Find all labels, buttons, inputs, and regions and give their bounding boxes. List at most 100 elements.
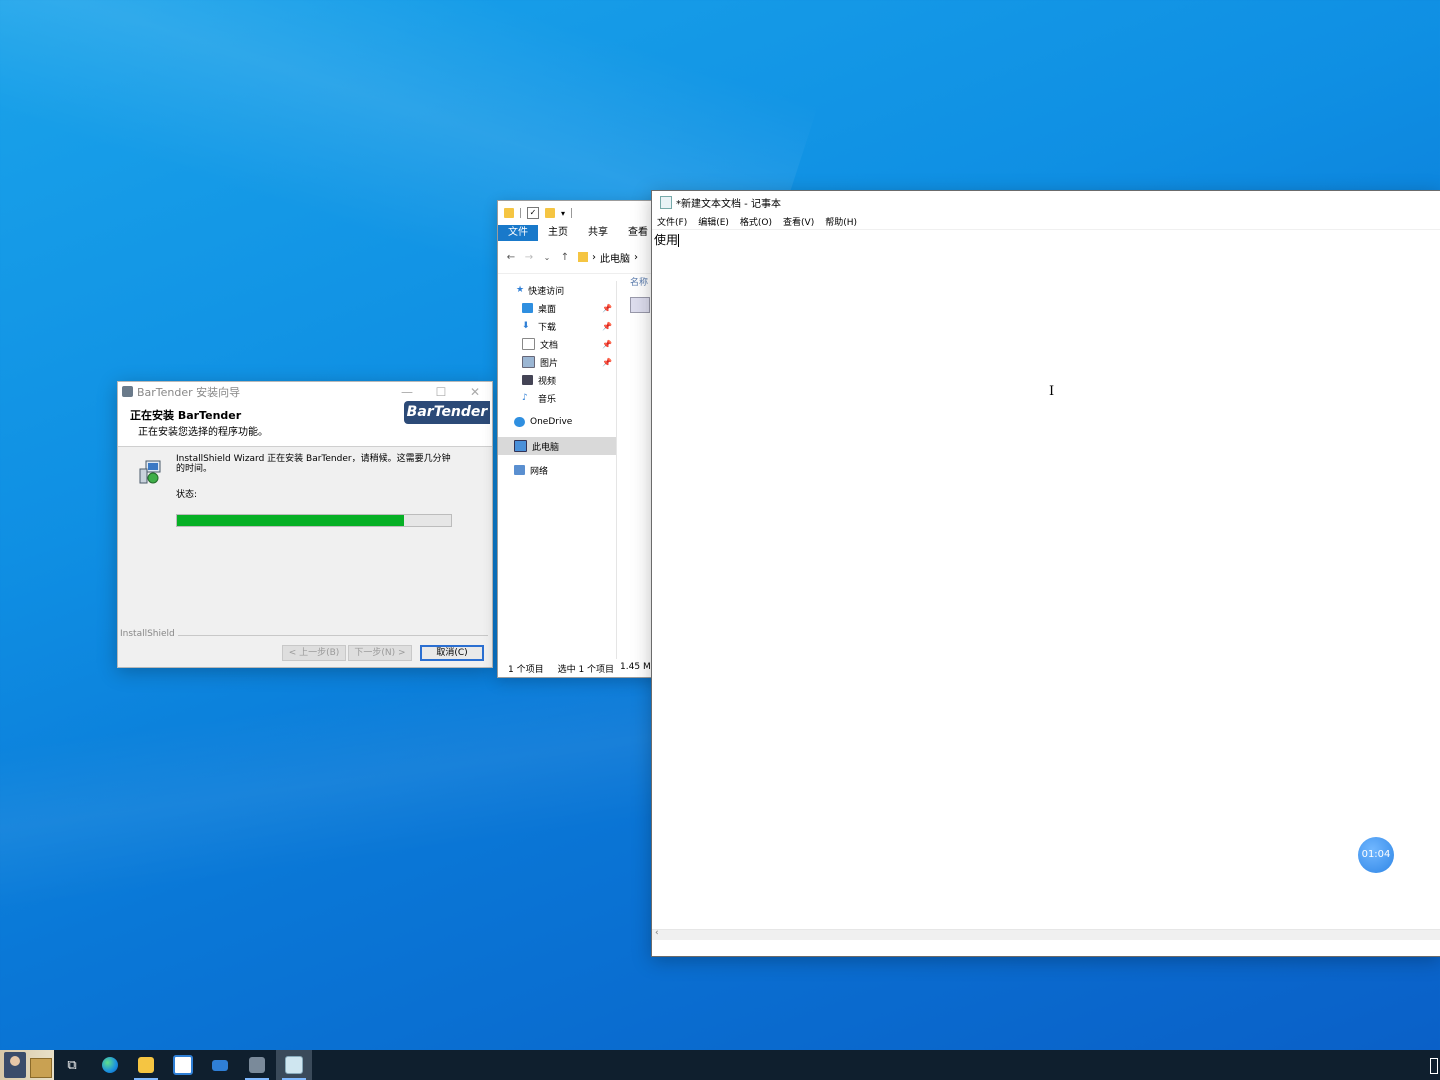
notepad-taskbar-icon[interactable] [276, 1050, 312, 1080]
notepad-text-area[interactable]: 使用 [654, 231, 680, 248]
scroll-left-arrow-icon[interactable]: ‹ [655, 928, 659, 938]
task-view-icon[interactable]: ⧉ [54, 1050, 90, 1080]
installer-computer-icon [139, 460, 161, 484]
nav-label: OneDrive [530, 417, 573, 427]
nav-this-pc[interactable]: 此电脑 [498, 437, 616, 455]
explorer-status-bar: 1 个项目 选中 1 个项目 1.45 M [508, 662, 651, 675]
toolbar-separator [520, 208, 521, 218]
installer-body: InstallShield Wizard 正在安装 BarTender，请稍候。… [118, 447, 492, 629]
nav-desktop[interactable]: 桌面 📌 [498, 299, 616, 317]
tab-share[interactable]: 共享 [578, 225, 618, 241]
file-item-icon[interactable] [630, 297, 650, 313]
footer-divider [178, 635, 488, 636]
network-icon [514, 465, 525, 475]
nav-label: 图片 [540, 358, 559, 369]
pin-icon[interactable]: 📌 [602, 358, 612, 367]
folder-icon[interactable] [504, 208, 514, 218]
nav-label: 桌面 [538, 304, 557, 315]
notepad-title: *新建文本文档 - 记事本 [676, 198, 781, 210]
quick-access-toolbar: ✓ ▾ [498, 201, 658, 225]
text-caret [678, 234, 680, 247]
next-button[interactable]: 下一步(N) > [348, 645, 412, 661]
pin-icon[interactable]: 📌 [602, 322, 612, 331]
breadcrumb[interactable]: › 此电脑 › [578, 250, 638, 265]
folder-icon [578, 252, 588, 262]
video-icon [522, 375, 533, 385]
avatar [4, 1052, 26, 1078]
breadcrumb-this-pc[interactable]: 此电脑 [600, 250, 630, 265]
toolbar-separator [571, 208, 573, 218]
recording-timer[interactable]: 01:04 [1358, 837, 1394, 873]
installer-heading: 正在安装 BarTender [130, 409, 242, 422]
install-progress-bar [176, 514, 452, 527]
installer-status-label: 状态: [176, 490, 198, 500]
notepad-content: 使用 [654, 233, 679, 247]
notepad-menubar: 文件(F) 编辑(E) 格式(O) 查看(V) 帮助(H) [652, 213, 1440, 230]
installer-header: 正在安装 BarTender 正在安装您选择的程序功能。 BarTender [118, 401, 492, 447]
maximize-icon[interactable]: ☐ [424, 385, 458, 399]
installer-titlebar[interactable]: BarTender 安装向导 — ☐ ✕ [118, 382, 492, 401]
installer-dialog: BarTender 安装向导 — ☐ ✕ 正在安装 BarTender 正在安装… [117, 381, 493, 668]
minimize-icon[interactable]: — [390, 385, 424, 399]
nav-label: 网络 [530, 466, 549, 477]
status-selected: 选中 1 个项目 [557, 665, 615, 675]
mail-icon[interactable] [202, 1050, 238, 1080]
music-note-icon: ♪ [522, 393, 528, 403]
nav-label: 下载 [538, 322, 557, 333]
forward-arrow-icon[interactable]: → [524, 252, 534, 263]
close-icon[interactable]: ✕ [458, 385, 492, 399]
store-icon[interactable] [165, 1050, 201, 1080]
file-explorer-window: ✓ ▾ 文件 主页 共享 查看 ← → ⌄ ↑ › 此电脑 › ★ 快速访问 桌… [497, 200, 659, 678]
tab-file[interactable]: 文件 [498, 225, 538, 241]
properties-icon[interactable]: ✓ [527, 207, 539, 219]
bartender-logo: BarTender [404, 401, 490, 424]
notepad-icon [660, 195, 672, 209]
tab-home[interactable]: 主页 [538, 225, 578, 241]
back-button[interactable]: < 上一步(B) [282, 645, 346, 661]
menu-file[interactable]: 文件(F) [657, 215, 687, 228]
pin-icon[interactable]: 📌 [602, 340, 612, 349]
show-desktop-icon[interactable] [1430, 1058, 1438, 1074]
cancel-button[interactable]: 取消(C) [420, 645, 484, 661]
nav-quick-access[interactable]: ★ 快速访问 [498, 281, 616, 299]
pictures-icon [522, 356, 535, 368]
nav-label: 快速访问 [528, 286, 565, 297]
download-arrow-icon: ⬇ [522, 321, 530, 331]
menu-edit[interactable]: 编辑(E) [698, 215, 729, 228]
recent-chevron-icon[interactable]: ⌄ [542, 253, 552, 262]
nav-label: 音乐 [538, 394, 557, 405]
navigation-pane: ★ 快速访问 桌面 📌 ⬇ 下载 📌 文档 📌 图片 📌 视频 ♪ 音乐 One… [498, 281, 617, 659]
nav-documents[interactable]: 文档 📌 [498, 335, 616, 353]
nav-pictures[interactable]: 图片 📌 [498, 353, 616, 371]
nav-downloads[interactable]: ⬇ 下载 📌 [498, 317, 616, 335]
file-explorer-taskbar-icon[interactable] [128, 1050, 164, 1080]
horizontal-scrollbar[interactable]: ‹ [652, 928, 1440, 940]
installer-message: InstallShield Wizard 正在安装 BarTender，请稍候。… [176, 454, 451, 474]
computer-icon [514, 440, 527, 452]
menu-view[interactable]: 查看(V) [783, 215, 814, 228]
nav-music[interactable]: ♪ 音乐 [498, 389, 616, 407]
breadcrumb-separator: › [592, 251, 596, 263]
column-header-name[interactable]: 名称 [630, 275, 648, 288]
menu-format[interactable]: 格式(O) [740, 215, 772, 228]
menu-help[interactable]: 帮助(H) [825, 215, 857, 228]
up-arrow-icon[interactable]: ↑ [560, 252, 570, 263]
taskbar: ⧉ [0, 1050, 1440, 1080]
nav-onedrive[interactable]: OneDrive [498, 413, 616, 431]
pin-icon[interactable]: 📌 [602, 304, 612, 313]
installshield-label: InstallShield [120, 629, 175, 639]
nav-network[interactable]: 网络 [498, 461, 616, 479]
chevron-down-icon[interactable]: ▾ [561, 209, 565, 218]
installer-taskbar-icon[interactable] [239, 1050, 275, 1080]
notepad-titlebar[interactable]: *新建文本文档 - 记事本 [652, 191, 1440, 213]
start-avatar-image[interactable] [0, 1050, 54, 1080]
installer-subheading: 正在安装您选择的程序功能。 [138, 427, 268, 438]
nav-videos[interactable]: 视频 [498, 371, 616, 389]
new-folder-icon[interactable] [545, 208, 555, 218]
status-size: 1.45 M [620, 662, 651, 672]
nav-label: 此电脑 [532, 442, 560, 453]
edge-browser-icon[interactable] [92, 1050, 128, 1080]
ibeam-cursor-icon: I [1049, 384, 1055, 399]
address-bar: ← → ⌄ ↑ › 此电脑 › [498, 241, 658, 274]
back-arrow-icon[interactable]: ← [506, 252, 516, 263]
